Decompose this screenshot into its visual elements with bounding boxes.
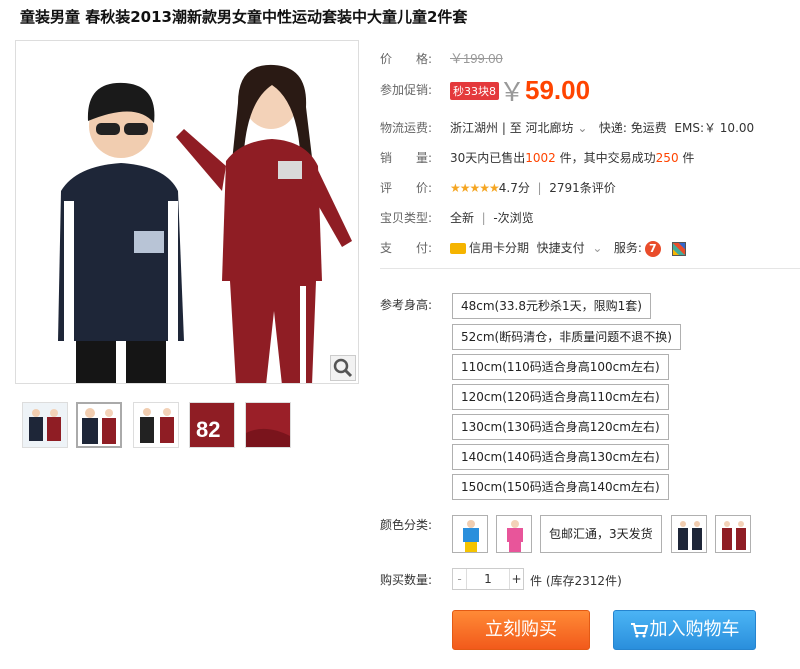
rating-row: 评 价: ★★★★★4.7分 | 2791条评价 — [380, 179, 616, 196]
condition-value: 全新 — [450, 211, 475, 225]
thumbnail-4[interactable]: 82 — [189, 402, 235, 448]
height-option[interactable]: 150cm(150码适合身高140cm左右) — [452, 474, 669, 500]
height-option[interactable]: 52cm(断码清仓，非质量问题不退不换) — [452, 324, 681, 350]
sold-count: 1002 — [525, 151, 556, 165]
thumbnail-5[interactable] — [245, 402, 291, 448]
sales-label: 销 量: — [380, 151, 433, 165]
rating-score: 4.7分 — [498, 181, 530, 195]
thumbnail-3[interactable] — [133, 402, 179, 448]
star-rating-icon: ★★★★★ — [450, 181, 500, 195]
original-price-row: 价 格: ￥199.00 — [380, 48, 503, 67]
color-option-navy[interactable] — [671, 515, 707, 553]
sales-row: 销 量: 30天内已售出1002 件，其中交易成功250 件 — [380, 149, 694, 166]
promo-price: 59.00 — [525, 75, 591, 105]
add-to-cart-button[interactable]: 加入购物车 — [613, 610, 756, 650]
height-label: 参考身高: — [380, 296, 432, 313]
payment-row: 支 付: 信用卡分期 快捷支付 ⌄ 服务: 7 — [380, 239, 687, 257]
height-option[interactable]: 120cm(120码适合身高110cm左右) — [452, 384, 669, 410]
height-option[interactable]: 48cm(33.8元秒杀1天，限购1套) — [452, 293, 651, 319]
add-to-cart-label: 加入购物车 — [649, 619, 740, 640]
installment-link[interactable]: 信用卡分期 — [469, 241, 529, 255]
shipping-row: 物流运费: 浙江湖州 | 至 河北廊坊 ⌄ 快递: 免运费 EMS:￥ 10.00 — [380, 119, 754, 136]
decrease-button[interactable]: - — [453, 569, 467, 589]
quick-pay-link[interactable]: 快捷支付 — [537, 241, 585, 255]
color-option-red[interactable] — [715, 515, 751, 553]
buy-now-button[interactable]: 立刻购买 — [452, 610, 590, 650]
ship-from: 浙江湖州 — [450, 121, 499, 135]
cart-icon — [630, 623, 648, 638]
rating-label: 评 价: — [380, 181, 433, 195]
credit-card-icon — [450, 243, 466, 254]
thumbnail-1[interactable] — [22, 402, 68, 448]
review-count-link[interactable]: 2791条评价 — [549, 181, 616, 195]
main-product-image[interactable] — [15, 40, 359, 384]
sales-mid: 件，其中交易成功 — [559, 151, 656, 165]
zoom-button[interactable] — [330, 355, 356, 381]
type-row: 宝贝类型: 全新 | -次浏览 — [380, 209, 534, 226]
original-price: ￥199.00 — [450, 51, 503, 66]
service-label: 服务: — [613, 241, 642, 255]
stock-info: 件 (库存2312件) — [530, 572, 622, 589]
color-label-text: 颜色分类: — [380, 518, 433, 532]
height-option[interactable]: 140cm(140码适合身高130cm左右) — [452, 444, 669, 470]
success-count: 250 — [655, 151, 679, 165]
chevron-down-icon[interactable]: ⌄ — [592, 241, 602, 255]
payment-label: 支 付: — [380, 241, 433, 255]
quantity-label: 购买数量: — [380, 571, 432, 588]
svg-text:82: 82 — [196, 417, 220, 442]
express-fee: 快递: 免运费 — [598, 121, 667, 135]
promo-label: 参加促销: — [380, 83, 433, 97]
chevron-down-icon[interactable]: ⌄ — [577, 121, 587, 135]
increase-button[interactable]: + — [509, 569, 523, 589]
divider — [380, 268, 800, 269]
view-count: -次浏览 — [493, 211, 534, 225]
guarantee-icon[interactable] — [672, 241, 687, 256]
height-option[interactable]: 130cm(130码适合身高120cm左右) — [452, 414, 669, 440]
thumbnail-2[interactable] — [76, 402, 122, 448]
height-option[interactable]: 110cm(110码适合身高100cm左右) — [452, 354, 669, 380]
currency-symbol: ￥ — [499, 78, 526, 108]
shipping-label: 物流运费: — [380, 121, 433, 135]
seven-day-return-icon[interactable]: 7 — [644, 240, 661, 257]
ship-to-select[interactable]: 河北廊坊 — [526, 121, 574, 135]
ems-fee: EMS:￥ 10.00 — [674, 121, 755, 135]
color-option-text[interactable]: 包邮汇通，3天发货 — [540, 515, 662, 553]
magnifier-icon — [333, 358, 353, 378]
quantity-input[interactable]: 1 — [467, 569, 509, 589]
sales-suffix: 件 — [682, 151, 695, 165]
quantity-stepper[interactable]: - 1 + — [452, 568, 524, 590]
price-label: 价 格: — [380, 52, 433, 66]
product-photo — [58, 64, 352, 383]
stock-count: (库存2312件) — [545, 574, 622, 588]
promo-badge[interactable]: 秒33块8 — [450, 81, 499, 100]
height-label-text: 参考身高: — [380, 298, 433, 312]
quantity-unit: 件 — [530, 574, 543, 588]
sales-prefix: 30天内已售出 — [450, 151, 526, 165]
quantity-label-text: 购买数量: — [380, 573, 433, 587]
color-option-pink[interactable] — [496, 515, 532, 553]
promo-price-row: 参加促销: 秒33块8 ￥59.00 — [380, 72, 590, 109]
type-label: 宝贝类型: — [380, 211, 433, 225]
color-option-blue-yellow[interactable] — [452, 515, 488, 553]
product-title: 童装男童 春秋装2013潮新款男女童中性运动套装中大童儿童2件套 — [20, 8, 468, 26]
rating-sep: | — [537, 181, 542, 195]
color-label: 颜色分类: — [380, 516, 432, 533]
type-sep: | — [481, 211, 486, 225]
ship-sep: | 至 — [501, 121, 522, 135]
